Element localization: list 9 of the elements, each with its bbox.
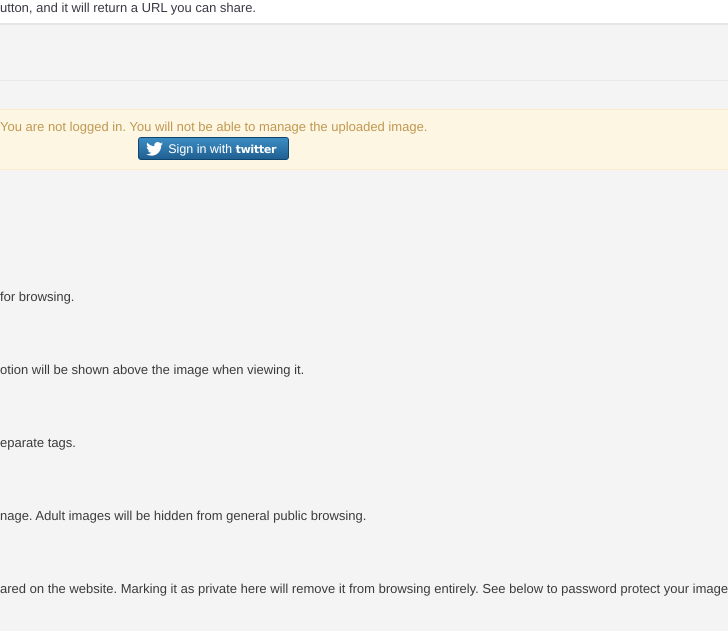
login-warning-text: You are not logged in. You will not be able to manage the uploaded image. bbox=[0, 119, 428, 134]
help-text: for browsing. bbox=[0, 289, 74, 304]
intro-text: utton, and it will return a URL you can share. bbox=[0, 0, 256, 15]
help-text: eparate tags. bbox=[0, 435, 76, 450]
help-text: ared on the website. Marking it as private here will remove it from browsing entirely. See below to password protect your image bbox=[0, 581, 728, 596]
sign-in-button[interactable]: Sign in with twitter bbox=[138, 137, 290, 160]
bird-icon bbox=[146, 142, 164, 156]
help-text: otion will be shown above the image when viewing it. bbox=[0, 362, 304, 377]
help-text: nage. Adult images will be hidden from general public browsing. bbox=[0, 508, 366, 523]
